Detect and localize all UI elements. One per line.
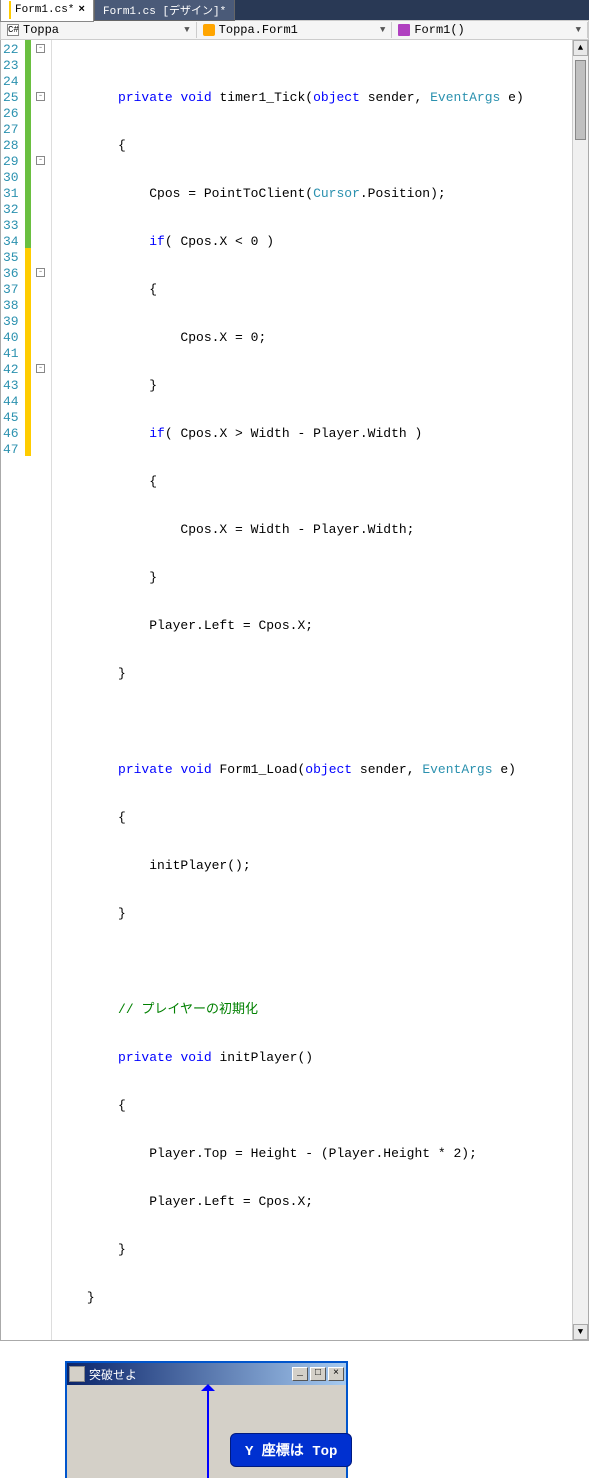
code-text (56, 714, 568, 730)
chevron-down-icon[interactable]: ▼ (576, 25, 581, 35)
method-icon (398, 24, 410, 36)
crumb-class-label: Toppa.Form1 (219, 23, 298, 37)
line-numbers: 2223242526272829303132333435363738394041… (1, 40, 25, 1340)
csharp-icon: C# (7, 24, 19, 36)
code-text: Cpos = PointToClient( (56, 186, 313, 201)
gutter: 2223242526272829303132333435363738394041… (1, 40, 52, 1340)
scroll-down-button[interactable]: ▼ (573, 1324, 588, 1340)
tab-label: Form1.cs* (15, 4, 74, 16)
code-text (56, 234, 150, 249)
code-text: Form1_Load( (212, 762, 306, 777)
code-text: } (56, 378, 568, 394)
code-text: } (56, 1290, 568, 1306)
code-text: { (56, 282, 568, 298)
code-text: sender, (352, 762, 422, 777)
code-text: Player.Left = Cpos.X; (56, 1194, 568, 1210)
code-text: private (118, 762, 173, 777)
crumb-class[interactable]: Toppa.Form1 ▼ (197, 22, 393, 38)
code-text: ( Cpos.X < 0 ) (165, 234, 274, 249)
crumb-method[interactable]: Form1() ▼ (392, 22, 588, 38)
y-axis-arrow (207, 1385, 209, 1478)
y-axis-label: Y 座標は Top (230, 1433, 352, 1467)
code-text: e) (493, 762, 516, 777)
code-text: } (56, 570, 568, 586)
close-icon[interactable]: × (78, 4, 85, 16)
tab-label: Form1.cs [デザイン]* (103, 2, 226, 18)
code-text: Cpos.X = 0; (56, 330, 568, 346)
code-text: e) (500, 90, 523, 105)
close-button[interactable]: × (328, 1367, 344, 1381)
code-text (56, 1002, 118, 1017)
tab-form1-design[interactable]: Form1.cs [デザイン]* (94, 0, 235, 21)
code-text: object (313, 90, 360, 105)
tab-modified-indicator (9, 1, 11, 19)
code-text: Player.Left = Cpos.X; (56, 618, 568, 634)
code-text: Cursor (313, 186, 360, 201)
code-text: // プレイヤーの初期化 (118, 1002, 258, 1017)
code-text: { (56, 138, 568, 154)
code-text: Cpos.X = Width - Player.Width; (56, 522, 568, 538)
code-text: object (305, 762, 352, 777)
code-text: EventArgs (430, 90, 500, 105)
code-text: ( Cpos.X > Width - Player.Width ) (165, 426, 422, 441)
fold-toggle[interactable]: - (36, 268, 45, 277)
scroll-thumb[interactable] (575, 60, 586, 140)
minimize-button[interactable]: _ (292, 1367, 308, 1381)
code-text: { (56, 810, 568, 826)
game-preview-wrap: 突破せよ _ □ × Y 座標は Top X 座標は Left (65, 1361, 589, 1478)
fold-toggle[interactable]: - (36, 156, 45, 165)
code-text: void (180, 1050, 211, 1065)
fold-toggle[interactable]: - (36, 92, 45, 101)
code-text: } (56, 1242, 568, 1258)
crumb-method-label: Form1() (414, 23, 464, 37)
breadcrumb-bar: C# Toppa ▼ Toppa.Form1 ▼ Form1() ▼ (0, 20, 589, 40)
scroll-up-button[interactable]: ▲ (573, 40, 588, 56)
code-text: initPlayer(); (56, 858, 568, 874)
code-text: void (180, 762, 211, 777)
vertical-scrollbar[interactable]: ▲ ▼ (572, 40, 588, 1340)
code-text: void (180, 90, 211, 105)
code-text (56, 426, 150, 441)
code-text: Player.Top = Height - (Player.Height * 2… (56, 1146, 568, 1162)
window-buttons: _ □ × (292, 1367, 344, 1381)
code-text: private (118, 1050, 173, 1065)
titlebar[interactable]: 突破せよ _ □ × (67, 1363, 346, 1385)
class-icon (203, 24, 215, 36)
code-area[interactable]: private void timer1_Tick(object sender, … (52, 40, 572, 1340)
crumb-namespace-label: Toppa (23, 23, 59, 37)
code-text: .Position); (360, 186, 446, 201)
tab-form1-code[interactable]: Form1.cs* × (0, 0, 94, 22)
crumb-namespace[interactable]: C# Toppa ▼ (1, 22, 197, 38)
code-text: if (149, 426, 165, 441)
fold-toggle[interactable]: - (36, 364, 45, 373)
maximize-button[interactable]: □ (310, 1367, 326, 1381)
code-text: sender, (360, 90, 430, 105)
window-title: 突破せよ (89, 1366, 137, 1383)
code-text: } (56, 666, 568, 682)
chevron-down-icon[interactable]: ▼ (380, 25, 385, 35)
code-text (56, 762, 118, 777)
fold-column: - - - - - (31, 40, 51, 1340)
code-text: private (118, 90, 173, 105)
tab-bar: Form1.cs* × Form1.cs [デザイン]* (0, 0, 589, 20)
fold-toggle[interactable]: - (36, 44, 45, 53)
code-text: { (56, 474, 568, 490)
code-text: if (149, 234, 165, 249)
code-editor[interactable]: 2223242526272829303132333435363738394041… (0, 40, 589, 1341)
code-text: { (56, 1098, 568, 1114)
code-text (56, 1050, 118, 1065)
chevron-down-icon[interactable]: ▼ (184, 25, 189, 35)
code-text (56, 954, 568, 970)
code-text: timer1_Tick( (212, 90, 313, 105)
app-icon (69, 1366, 85, 1382)
code-text: EventArgs (422, 762, 492, 777)
code-text (56, 90, 118, 105)
code-text: } (56, 906, 568, 922)
code-text: initPlayer() (212, 1050, 313, 1065)
